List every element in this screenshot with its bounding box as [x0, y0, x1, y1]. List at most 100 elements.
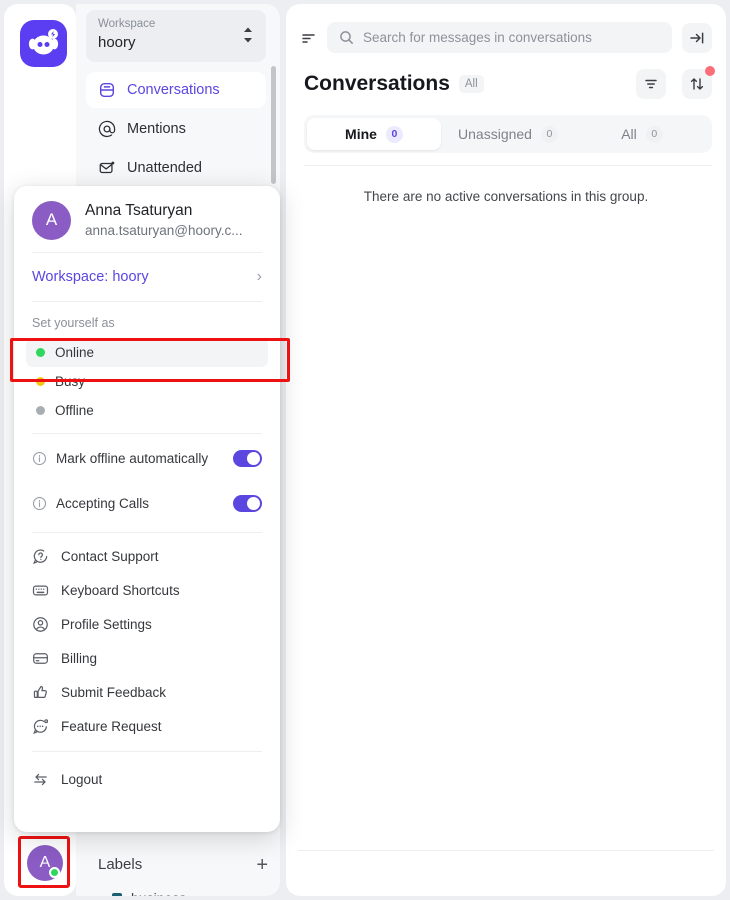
divider — [298, 850, 714, 851]
toggle-switch[interactable] — [233, 495, 262, 512]
notification-dot — [705, 66, 715, 76]
sidebar-item-mentions[interactable]: Mentions — [86, 111, 266, 147]
info-icon — [32, 496, 47, 511]
tab-count: 0 — [645, 125, 663, 143]
menu-item-submit-feedback[interactable]: Submit Feedback — [14, 675, 280, 709]
tab-label: Mine — [345, 126, 377, 142]
menu-item-billing[interactable]: Billing — [14, 641, 280, 675]
status-label: Offline — [55, 403, 94, 418]
avatar-initial: A — [45, 210, 58, 229]
tab-count: 0 — [385, 125, 403, 143]
keyboard-icon — [32, 585, 49, 595]
workspace-name: hoory — [98, 34, 136, 51]
dropdown-user-header[interactable]: A Anna Tsaturyan anna.tsaturyan@hoory.c.… — [14, 186, 280, 252]
list-item[interactable]: business — [112, 890, 186, 896]
conversation-tabs: Mine 0 Unassigned 0 All 0 — [304, 115, 712, 153]
menu-item-feature-request[interactable]: Feature Request — [14, 709, 280, 743]
credit-card-icon — [33, 652, 48, 664]
tab-label: Unassigned — [458, 126, 532, 142]
sort-button[interactable] — [682, 66, 715, 99]
label-name: business — [131, 890, 186, 896]
status-dot — [36, 406, 45, 415]
sidebar-item-label: Mentions — [127, 121, 186, 137]
online-status-dot — [49, 867, 60, 878]
sidebar-nav: Conversations Mentions Unattended — [86, 72, 266, 189]
search-icon — [340, 31, 353, 44]
sidebar-scrollbar[interactable] — [271, 66, 276, 184]
menu-item-label: Billing — [61, 650, 98, 666]
toggle-accepting-calls[interactable]: Accepting Calls — [14, 485, 280, 522]
labels-section-header: Labels + — [98, 855, 268, 875]
plus-icon[interactable]: + — [256, 855, 268, 875]
labels-title: Labels — [98, 856, 143, 873]
chevron-updown-icon — [244, 27, 252, 43]
page-title: Conversations — [304, 72, 450, 95]
toggle-label: Mark offline automatically — [56, 451, 209, 466]
divider — [32, 433, 262, 434]
sidebar-item-label: Unattended — [127, 160, 202, 176]
label-color-dot — [112, 893, 122, 896]
menu-item-keyboard-shortcuts[interactable]: Keyboard Shortcuts — [14, 573, 280, 607]
avatar[interactable]: A — [27, 845, 63, 881]
chat-bubble-icon — [33, 718, 49, 734]
tab-all[interactable]: All 0 — [575, 118, 709, 150]
collapse-panel-icon — [690, 31, 704, 44]
tab-unassigned[interactable]: Unassigned 0 — [441, 118, 575, 150]
account-dropdown: A Anna Tsaturyan anna.tsaturyan@hoory.c.… — [14, 186, 280, 832]
app-root: A Workspace hoory Conversations Mentions… — [0, 0, 730, 900]
menu-item-label: Submit Feedback — [61, 684, 167, 700]
thumbs-up-icon — [33, 685, 47, 698]
menu-item-label: Feature Request — [61, 718, 162, 734]
user-email: anna.tsaturyan@hoory.c... — [85, 223, 243, 238]
conversations-panel: Search for messages in conversations Con… — [286, 4, 726, 896]
accepting-calls-highlight — [10, 338, 290, 382]
scope-badge: All — [458, 75, 484, 93]
menu-item-label: Keyboard Shortcuts — [61, 582, 180, 598]
status-option-offline[interactable]: Offline — [26, 396, 268, 425]
user-circle-icon — [33, 616, 48, 632]
menu-item-logout[interactable]: Logout — [14, 762, 280, 796]
divider — [32, 751, 262, 752]
avatar: A — [32, 200, 71, 240]
search-placeholder: Search for messages in conversations — [363, 30, 592, 45]
menu-item-label: Contact Support — [61, 548, 159, 564]
toggle-label: Accepting Calls — [56, 496, 150, 511]
toggle-switch[interactable] — [233, 450, 262, 467]
status-caption: Set yourself as — [32, 316, 115, 330]
workspace-link[interactable]: Workspace: hoory › — [14, 253, 280, 301]
menu-item-label: Logout — [61, 771, 103, 787]
user-name: Anna Tsaturyan — [85, 202, 193, 219]
toggle-mark-offline-automatically[interactable]: Mark offline automatically — [14, 440, 280, 477]
envelope-unattended-icon — [99, 161, 115, 174]
sidebar-item-conversations[interactable]: Conversations — [86, 72, 266, 108]
dropdown-menu: Contact Support Keyboard Shortcuts Profi… — [14, 533, 280, 743]
tab-label: All — [621, 126, 637, 142]
tab-mine[interactable]: Mine 0 — [307, 118, 441, 150]
help-chat-icon — [33, 548, 48, 564]
menu-item-label: Profile Settings — [61, 616, 152, 632]
workspace-label: Workspace — [98, 18, 156, 30]
menu-item-profile-settings[interactable]: Profile Settings — [14, 607, 280, 641]
panel-header: Conversations All — [286, 53, 726, 99]
panel-toolbar: Search for messages in conversations — [286, 4, 726, 53]
filter-button[interactable] — [636, 69, 666, 99]
info-icon — [32, 451, 47, 466]
conversations-icon — [99, 82, 115, 98]
workspace-switcher[interactable]: Workspace hoory — [86, 10, 266, 62]
tab-count: 0 — [540, 125, 558, 143]
rail-avatar-highlight: A — [18, 836, 70, 888]
sidebar-item-label: Conversations — [127, 82, 220, 98]
collapse-panel-button[interactable] — [682, 22, 712, 53]
sort-lines-icon[interactable] — [300, 29, 317, 46]
sidebar-item-unattended[interactable]: Unattended — [86, 150, 266, 186]
filter-icon — [645, 79, 657, 89]
logo-glyph — [28, 29, 59, 55]
at-mention-icon — [98, 120, 116, 138]
logout-arrows-icon — [34, 773, 47, 785]
search-input[interactable]: Search for messages in conversations — [327, 22, 672, 53]
empty-state-message: There are no active conversations in thi… — [363, 189, 649, 204]
menu-item-contact-support[interactable]: Contact Support — [14, 539, 280, 573]
sort-updown-icon — [690, 78, 704, 90]
hoory-pig-logo-icon[interactable] — [20, 20, 67, 67]
chevron-right-icon: › — [256, 268, 262, 285]
